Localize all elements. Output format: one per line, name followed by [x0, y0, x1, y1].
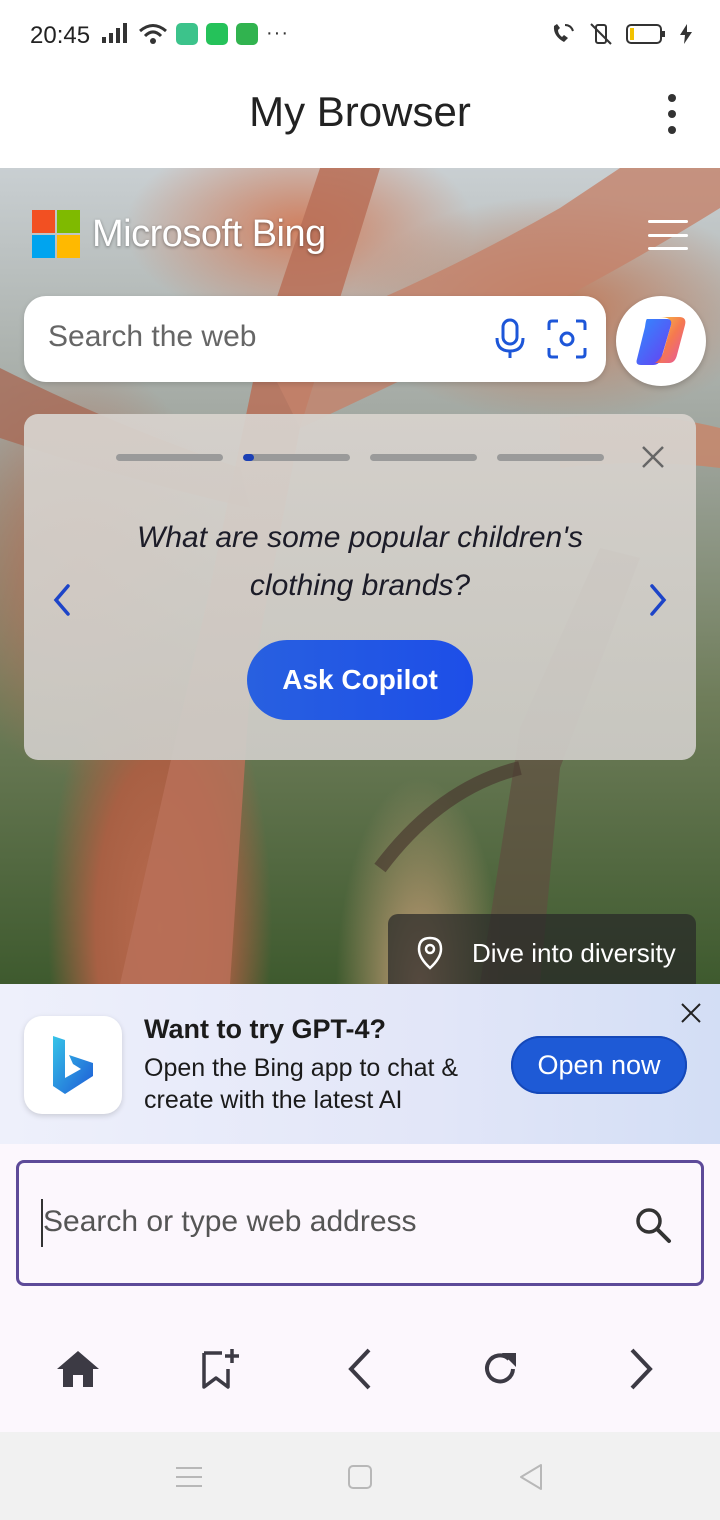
hamburger-menu-icon[interactable]	[648, 220, 688, 250]
chevron-right-icon[interactable]	[646, 582, 670, 618]
progress-segment	[497, 454, 604, 461]
wifi-icon	[139, 23, 167, 44]
back-triangle-icon[interactable]	[516, 1462, 546, 1492]
app-title: My Browser	[249, 88, 471, 135]
copilot-button[interactable]	[616, 296, 706, 386]
status-time: 20:45	[30, 22, 91, 49]
close-icon[interactable]	[640, 444, 666, 470]
forward-icon	[630, 1348, 653, 1390]
promo-description-line2: create with the latest AI	[144, 1086, 403, 1114]
charging-icon	[680, 24, 692, 44]
browser-navigation	[0, 1344, 720, 1394]
progress-segment	[116, 454, 223, 461]
promo-description-line1: Open the Bing app to chat &	[144, 1054, 459, 1082]
open-now-button[interactable]: Open now	[511, 1036, 687, 1094]
shield-app-icon	[236, 22, 258, 45]
home-icon	[57, 1351, 99, 1387]
more-notifications-icon: ···	[266, 22, 289, 44]
bing-b-icon	[53, 1036, 93, 1094]
bing-app-promo-banner: Want to try GPT-4? Open the Bing app to …	[0, 984, 720, 1144]
recents-icon[interactable]	[174, 1462, 204, 1492]
logo-square	[32, 235, 55, 258]
wifi-call-icon	[553, 24, 574, 42]
back-button[interactable]	[335, 1344, 385, 1394]
bookmark-add-icon	[202, 1349, 239, 1389]
close-promo-icon[interactable]	[680, 1002, 702, 1024]
add-bookmark-button[interactable]	[195, 1344, 245, 1394]
progress-segment	[243, 454, 350, 461]
overflow-menu-icon[interactable]	[662, 94, 682, 134]
back-icon	[348, 1348, 371, 1390]
chevron-left-icon[interactable]	[50, 582, 74, 618]
visual-search-icon[interactable]	[546, 318, 588, 360]
copilot-icon	[636, 317, 686, 365]
whatsapp-icon	[206, 22, 228, 45]
microphone-icon[interactable]	[494, 318, 526, 360]
refresh-icon	[485, 1353, 516, 1384]
vibrate-off-icon	[590, 23, 612, 45]
app-bar: My Browser	[0, 70, 720, 168]
search-icon[interactable]	[633, 1205, 673, 1245]
bing-search-placeholder: Search the web	[48, 320, 257, 353]
card-progress-indicator	[116, 454, 604, 461]
bing-app-icon	[24, 1016, 122, 1114]
microsoft-logo-icon	[32, 210, 80, 258]
progress-segment	[370, 454, 477, 461]
promo-title: Want to try GPT-4?	[144, 1014, 386, 1044]
browser-bottom-bar: Search or type web address	[0, 1144, 720, 1432]
bing-logo-text: Microsoft Bing	[92, 212, 326, 255]
status-bar: 20:45 ···	[0, 0, 720, 70]
forward-button[interactable]	[616, 1344, 666, 1394]
copilot-suggestion-card: What are some popular children's clothin…	[24, 414, 696, 760]
location-pin-icon	[417, 936, 443, 970]
home-button[interactable]	[53, 1344, 103, 1394]
app-notification-icon	[176, 22, 198, 45]
image-caption-link[interactable]: Dive into diversity	[388, 914, 696, 984]
logo-square	[57, 235, 80, 258]
bing-logo[interactable]: Microsoft Bing	[32, 210, 326, 258]
url-placeholder: Search or type web address	[43, 1205, 417, 1238]
logo-square	[32, 210, 55, 233]
system-navigation-bar	[0, 1432, 720, 1520]
refresh-button[interactable]	[475, 1344, 525, 1394]
battery-icon	[626, 24, 665, 44]
url-input[interactable]: Search or type web address	[16, 1160, 704, 1286]
home-square-icon[interactable]	[345, 1462, 375, 1492]
suggested-question: What are some popular children's clothin…	[137, 521, 583, 602]
signal-icon	[102, 22, 127, 43]
bing-homepage: Microsoft Bing Search the web What are s…	[0, 168, 720, 984]
logo-square	[57, 210, 80, 233]
image-caption-text: Dive into diversity	[472, 938, 676, 968]
ask-copilot-button[interactable]: Ask Copilot	[247, 640, 473, 720]
bing-search-box[interactable]: Search the web	[24, 296, 606, 382]
